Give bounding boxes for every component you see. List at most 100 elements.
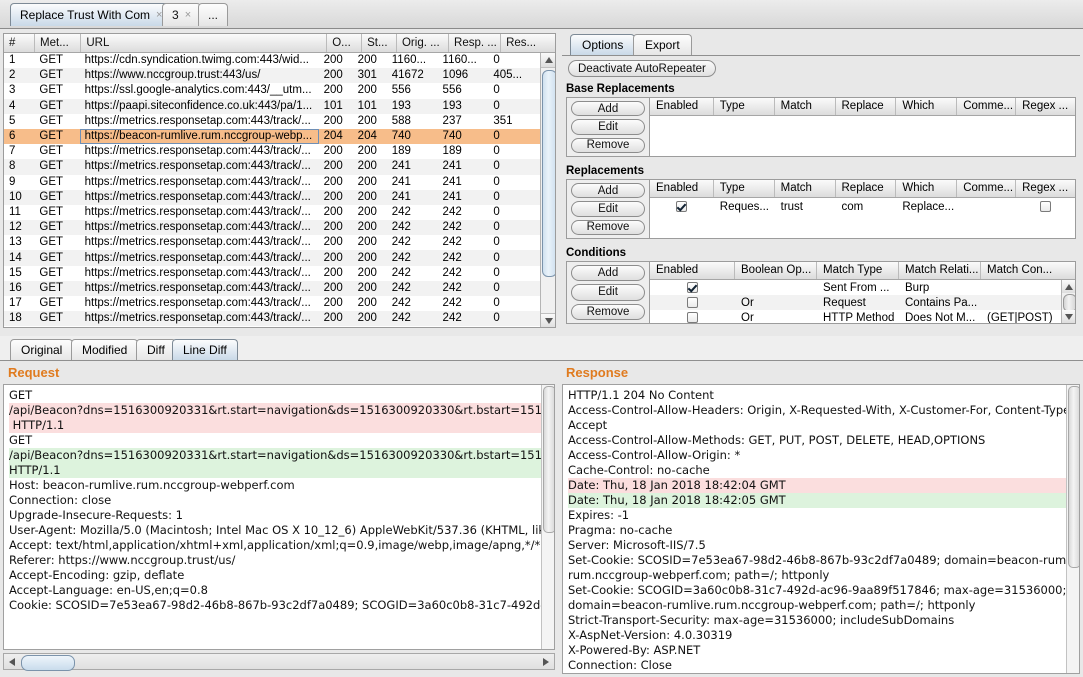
scroll-down-icon[interactable] <box>541 313 555 327</box>
base-replacements-remove-button[interactable]: Remove <box>571 137 645 153</box>
tab-original[interactable]: Original <box>10 339 74 360</box>
table-row[interactable]: 4 GET https://paapi.siteconfidence.co.uk:4… <box>4 98 541 114</box>
scroll-down-icon[interactable] <box>1062 310 1075 323</box>
column-header-match[interactable]: Match <box>775 180 836 197</box>
scroll-thumb[interactable] <box>1068 386 1079 568</box>
cell-regex[interactable] <box>1016 201 1075 212</box>
scroll-up-icon[interactable] <box>1062 280 1075 293</box>
column-header-number[interactable]: # <box>4 34 36 52</box>
column-header-type[interactable]: Type <box>714 180 775 197</box>
replacements-remove-button[interactable]: Remove <box>571 219 645 235</box>
column-header-which[interactable]: Which <box>896 180 958 197</box>
base-replacements-edit-button[interactable]: Edit <box>571 119 645 135</box>
column-header-url[interactable]: URL <box>81 34 328 52</box>
column-header-status[interactable]: St... <box>362 34 397 52</box>
table-row[interactable]: Reques... trust com Replace... <box>650 198 1075 215</box>
checkbox-enabled[interactable] <box>676 201 688 212</box>
tab-replace-trust-with-com[interactable]: Replace Trust With Com × <box>10 3 173 26</box>
column-header-orig-length[interactable]: Orig. ... <box>397 34 450 52</box>
checkbox-enabled[interactable] <box>687 297 698 308</box>
scroll-left-icon[interactable] <box>4 654 19 669</box>
replacements-add-button[interactable]: Add <box>571 183 645 199</box>
column-header-match-rel[interactable]: Match Relati... <box>899 262 981 279</box>
response-viewer[interactable]: HTTP/1.1 204 No Content Access-Control-Al… <box>562 384 1080 674</box>
column-header-method[interactable]: Met... <box>35 34 82 52</box>
cell-enabled[interactable] <box>650 282 735 293</box>
tab-line-diff[interactable]: Line Diff <box>172 339 238 360</box>
table-row[interactable]: 6 GET https://beacon-rumlive.rum.nccgroup-… <box>4 128 541 145</box>
base-replacements-table[interactable]: Enabled Type Match Replace Which Comme..… <box>649 98 1075 156</box>
table-row[interactable]: 17 GET https://metrics.responsetap.com:443… <box>4 296 541 312</box>
table-row[interactable]: 14 GET https://metrics.responsetap.com:443… <box>4 250 541 266</box>
conditions-remove-button[interactable]: Remove <box>571 303 645 320</box>
table-row[interactable]: 5 GET https://metrics.responsetap.com:443/… <box>4 113 541 129</box>
table-row[interactable]: Or Request Contains Pa... <box>650 295 1075 310</box>
table-row[interactable]: 10 GET https://metrics.responsetap.com:443… <box>4 189 541 205</box>
conditions-scrollbar[interactable] <box>1061 280 1075 323</box>
table-row[interactable]: 15 GET https://metrics.responsetap.com:443… <box>4 265 541 281</box>
table-row[interactable]: 12 GET https://metrics.responsetap.com:443… <box>4 220 541 236</box>
scroll-thumb[interactable] <box>543 386 554 533</box>
log-table-scrollbar[interactable] <box>540 53 555 327</box>
scroll-thumb[interactable] <box>21 655 75 671</box>
column-header-replace[interactable]: Replace <box>836 180 897 197</box>
request-horizontal-scrollbar[interactable] <box>3 653 555 671</box>
close-icon[interactable]: × <box>185 9 191 21</box>
table-row[interactable]: 7 GET https://metrics.responsetap.com:443/… <box>4 144 541 160</box>
table-row[interactable]: 11 GET https://metrics.responsetap.com:443… <box>4 204 541 221</box>
conditions-table[interactable]: Enabled Boolean Op... Match Type Match R… <box>649 262 1075 323</box>
conditions-add-button[interactable]: Add <box>571 265 645 282</box>
column-header-replace[interactable]: Replace <box>836 98 897 115</box>
table-row[interactable]: 1 GET https://cdn.syndication.twimg.com:44… <box>4 53 541 69</box>
column-header-enabled[interactable]: Enabled <box>650 98 714 115</box>
tab-options[interactable]: Options <box>570 34 636 55</box>
table-row[interactable]: 16 GET https://metrics.responsetap.com:443… <box>4 280 541 296</box>
column-header-comment[interactable]: Comme... <box>957 180 1017 197</box>
response-scrollbar[interactable] <box>1066 385 1079 673</box>
checkbox-enabled[interactable] <box>687 282 698 293</box>
column-header-boolean-op[interactable]: Boolean Op... <box>735 262 817 279</box>
column-header-which[interactable]: Which <box>896 98 958 115</box>
cell-enabled[interactable] <box>650 297 735 308</box>
table-row[interactable]: Or HTTP Method Does Not M... (GET|POST) <box>650 310 1075 323</box>
request-log-table[interactable]: # Met... URL O... St... Orig. ... Resp. … <box>3 33 556 328</box>
tab-export[interactable]: Export <box>633 34 692 55</box>
scroll-up-icon[interactable] <box>541 53 555 68</box>
tab-modified[interactable]: Modified <box>71 339 139 360</box>
checkbox-enabled[interactable] <box>687 312 698 323</box>
column-header-resp-length[interactable]: Resp. ... <box>449 34 502 52</box>
table-row[interactable]: 18 GET https://metrics.responsetap.com:443… <box>4 311 541 327</box>
checkbox-regex[interactable] <box>1040 201 1052 212</box>
column-header-enabled[interactable]: Enabled <box>650 180 714 197</box>
column-header-regex[interactable]: Regex ... <box>1016 98 1075 115</box>
column-header-regex[interactable]: Regex ... <box>1016 180 1075 197</box>
table-row[interactable]: 13 GET https://metrics.responsetap.com:443… <box>4 235 541 251</box>
column-header-comment[interactable]: Comme... <box>957 98 1017 115</box>
column-header-match[interactable]: Match <box>775 98 836 115</box>
column-header-res-diff[interactable]: Res... <box>501 34 555 52</box>
scroll-right-icon[interactable] <box>538 654 553 669</box>
request-scrollbar[interactable] <box>541 385 554 649</box>
cell-enabled[interactable] <box>650 201 714 212</box>
column-header-enabled[interactable]: Enabled <box>650 262 735 279</box>
column-header-orig-status[interactable]: O... <box>327 34 363 52</box>
conditions-edit-button[interactable]: Edit <box>571 284 645 301</box>
column-header-match-cond[interactable]: Match Con... <box>981 262 1063 279</box>
tab-add-new[interactable]: ... <box>198 3 229 26</box>
table-row[interactable]: 8 GET https://metrics.responsetap.com:443/… <box>4 159 541 175</box>
cell-enabled[interactable] <box>650 312 735 323</box>
table-row[interactable]: 3 GET https://ssl.google-analytics.com:443… <box>4 83 541 99</box>
column-header-match-type[interactable]: Match Type <box>817 262 899 279</box>
scroll-thumb[interactable] <box>542 70 555 277</box>
table-row[interactable]: 9 GET https://metrics.responsetap.com:443/… <box>4 174 541 190</box>
tab-diff[interactable]: Diff <box>136 339 176 360</box>
base-replacements-add-button[interactable]: Add <box>571 101 645 117</box>
tab-3[interactable]: 3 × <box>162 3 202 26</box>
table-row[interactable]: 2 GET https://www.nccgroup.trust:443/us/20… <box>4 68 541 84</box>
replacements-table[interactable]: Enabled Type Match Replace Which Comme..… <box>649 180 1075 238</box>
replacements-edit-button[interactable]: Edit <box>571 201 645 217</box>
column-header-type[interactable]: Type <box>714 98 775 115</box>
table-row[interactable]: Sent From ... Burp <box>650 280 1075 295</box>
deactivate-autorepeater-button[interactable]: Deactivate AutoRepeater <box>568 60 716 77</box>
request-viewer[interactable]: GET/api/Beacon?dns=1516300920331&rt.star… <box>3 384 555 650</box>
